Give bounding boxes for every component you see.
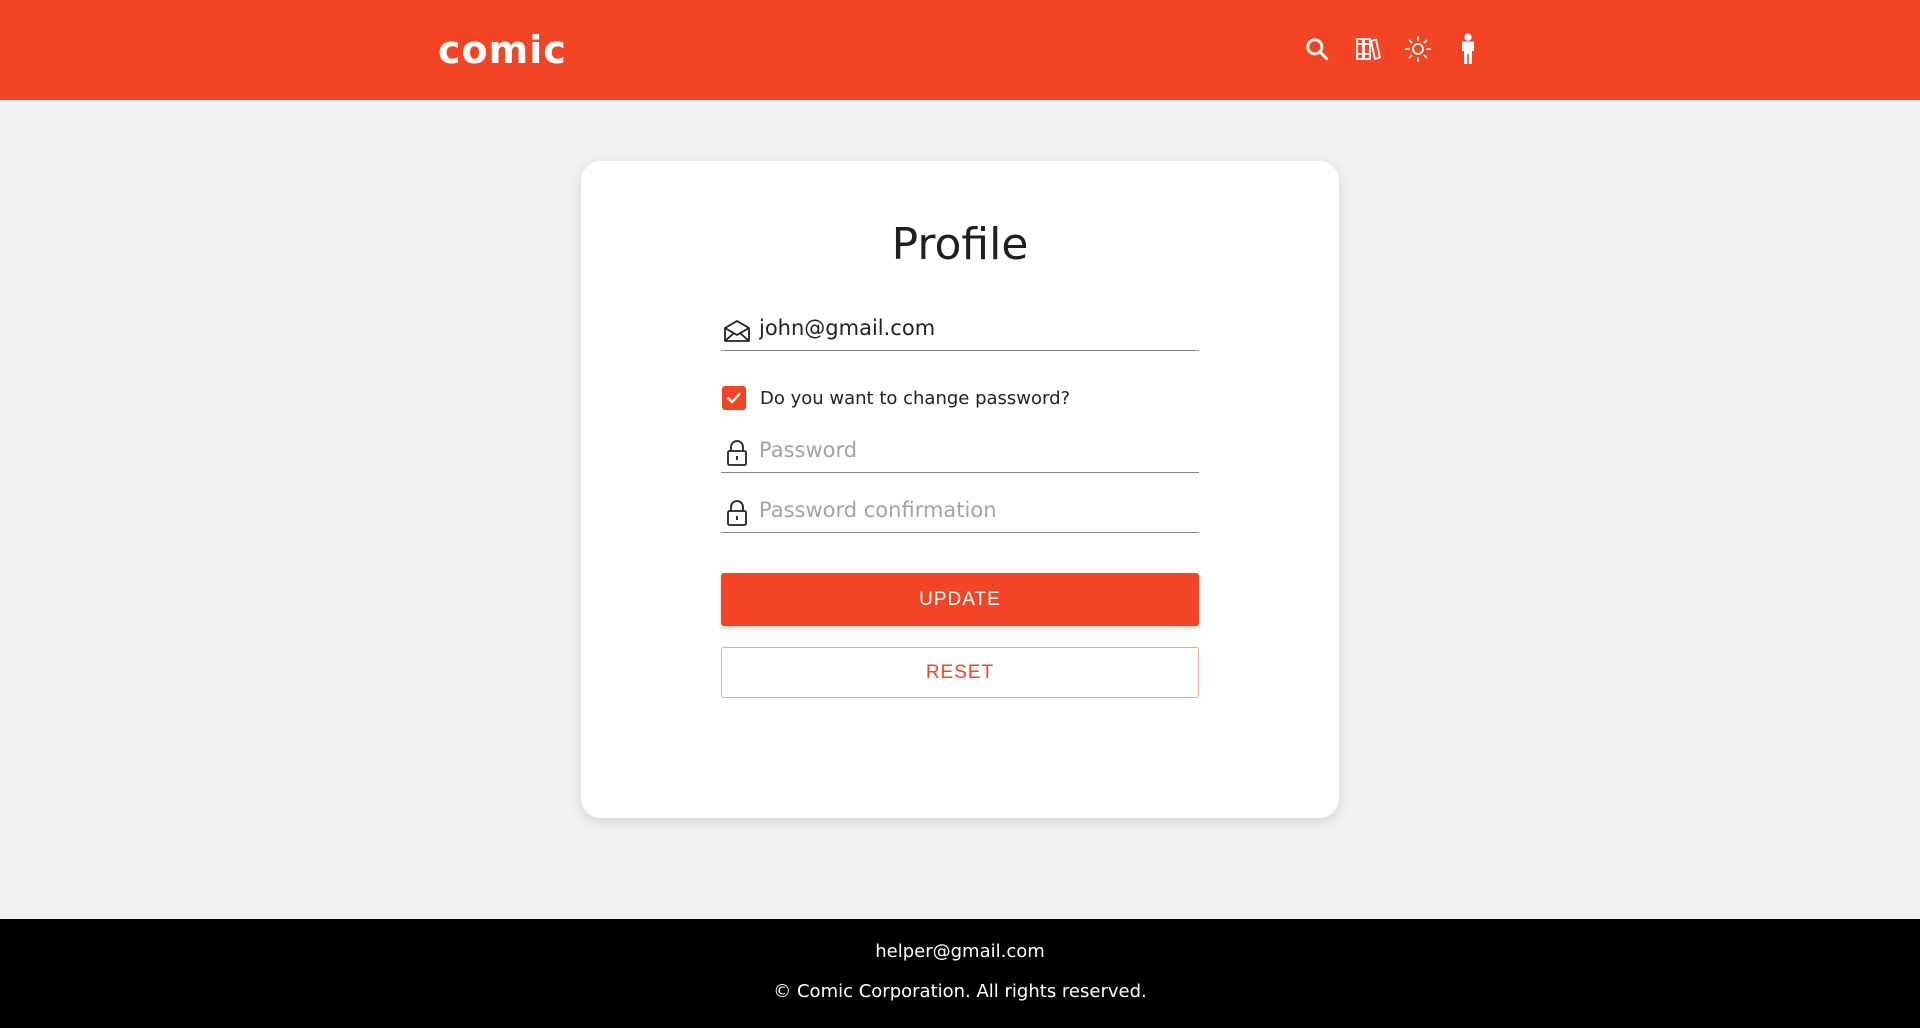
footer-email[interactable]: helper@gmail.com [0,941,1920,962]
reset-button[interactable]: RESET [721,647,1199,698]
password-confirmation-input[interactable] [759,487,1199,528]
page-title: Profile [891,219,1029,270]
lock-icon [721,497,753,529]
password-field-row [721,423,1199,473]
search-icon[interactable] [1302,33,1332,65]
footer-copyright: © Comic Corporation. All rights reserved… [773,981,1147,1002]
page-footer: helper@gmail.com © Comic Corporation. Al… [0,919,1920,1028]
envelope-icon [721,315,753,347]
person-icon[interactable] [1453,33,1483,65]
comic-logo[interactable]: comic [438,28,567,72]
email-input[interactable] [759,305,1199,346]
password-confirmation-field-row [721,483,1199,533]
profile-card: Profile Do you want to change password? [581,161,1339,818]
change-password-checkbox[interactable] [722,386,746,410]
lock-icon [721,437,753,469]
update-button[interactable]: UPDATE [721,573,1199,626]
password-input[interactable] [759,427,1199,468]
sun-icon[interactable] [1403,33,1433,65]
top-header: comic [0,0,1920,100]
library-icon[interactable] [1353,33,1383,65]
email-field-row [721,301,1199,351]
change-password-label: Do you want to change password? [760,387,1071,409]
change-password-row: Do you want to change password? [722,385,1070,411]
